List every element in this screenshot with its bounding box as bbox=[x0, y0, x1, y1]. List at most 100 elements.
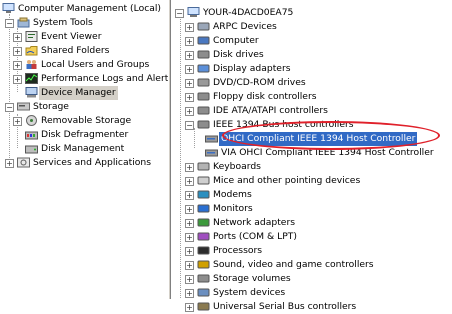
performance-icon bbox=[25, 73, 38, 84]
keyboard-icon bbox=[197, 161, 210, 172]
modem-icon bbox=[197, 189, 210, 200]
expand-icon[interactable]: + bbox=[185, 303, 194, 312]
computer-management-icon bbox=[2, 3, 15, 14]
tree-label: Storage volumes bbox=[213, 273, 291, 284]
tree-label: Device Manager bbox=[39, 86, 118, 100]
tree-label: Storage bbox=[33, 101, 69, 112]
usb-icon bbox=[197, 301, 210, 312]
host-controller-icon bbox=[205, 147, 218, 158]
tree-label: System Tools bbox=[33, 17, 93, 28]
expand-icon[interactable]: + bbox=[185, 233, 194, 242]
removable-storage-icon bbox=[25, 115, 38, 126]
expand-icon[interactable]: + bbox=[185, 247, 194, 256]
tree-label: Sound, video and game controllers bbox=[213, 259, 374, 270]
tree-label: Modems bbox=[213, 189, 252, 200]
device-tree-pane: − YOUR-4DACD0EA75 + ARPC Devices + Computer… bbox=[171, 0, 452, 312]
expand-icon[interactable]: + bbox=[185, 93, 194, 102]
tree-label: Keyboards bbox=[213, 161, 261, 172]
shared-folder-icon bbox=[25, 45, 38, 56]
expand-icon[interactable]: + bbox=[185, 289, 194, 298]
expand-icon[interactable]: + bbox=[5, 159, 14, 168]
expand-icon[interactable]: + bbox=[13, 47, 22, 56]
computer-icon bbox=[197, 35, 210, 46]
computer-icon bbox=[187, 7, 200, 18]
ide-controller-icon bbox=[197, 105, 210, 116]
tree-line bbox=[9, 14, 10, 162]
tree-label: Monitors bbox=[213, 203, 253, 214]
tree-label: Disk Management bbox=[41, 143, 125, 154]
collapse-icon[interactable]: − bbox=[175, 9, 184, 18]
tools-icon bbox=[17, 17, 30, 28]
tree-label: Network adapters bbox=[213, 217, 296, 228]
mouse-icon bbox=[197, 175, 210, 186]
system-devices-icon bbox=[197, 287, 210, 298]
tree-label: Floppy disk controllers bbox=[213, 91, 317, 102]
tree-label: YOUR-4DACD0EA75 bbox=[203, 7, 294, 18]
tree-label: Ports (COM & LPT) bbox=[213, 231, 297, 242]
storage-volume-icon bbox=[197, 273, 210, 284]
expand-icon[interactable]: + bbox=[185, 177, 194, 186]
monitor-icon bbox=[197, 203, 210, 214]
expand-icon[interactable]: + bbox=[185, 65, 194, 74]
disk-management-icon bbox=[25, 143, 38, 154]
tree-label: Mice and other pointing devices bbox=[213, 175, 361, 186]
tree-label: Processors bbox=[213, 245, 263, 256]
expand-icon[interactable]: + bbox=[13, 75, 22, 84]
collapse-icon[interactable]: − bbox=[185, 121, 194, 130]
tree-label: Shared Folders bbox=[41, 45, 110, 56]
dvd-drive-icon bbox=[197, 77, 210, 88]
tree-label: Removable Storage bbox=[41, 115, 132, 126]
tree-label: Computer Management (Local) bbox=[18, 3, 162, 14]
tree-label: Event Viewer bbox=[41, 31, 102, 42]
expand-icon[interactable]: + bbox=[13, 61, 22, 70]
expand-icon[interactable]: + bbox=[185, 275, 194, 284]
storage-icon bbox=[17, 101, 30, 112]
expand-icon[interactable]: + bbox=[185, 205, 194, 214]
expand-icon[interactable]: + bbox=[185, 23, 194, 32]
console-tree-pane: Computer Management (Local) − System Too… bbox=[0, 0, 173, 299]
tree-label: IEEE 1394 Bus host controllers bbox=[213, 119, 354, 130]
expand-icon[interactable]: + bbox=[185, 163, 194, 172]
expand-icon[interactable]: + bbox=[13, 117, 22, 126]
floppy-controller-icon bbox=[197, 91, 210, 102]
expand-icon[interactable]: + bbox=[13, 33, 22, 42]
disk-drive-icon bbox=[197, 49, 210, 60]
tree-line bbox=[194, 128, 195, 148]
event-viewer-icon bbox=[25, 31, 38, 42]
tree-label: Universal Serial Bus controllers bbox=[213, 301, 357, 312]
tree-label: DVD/CD-ROM drives bbox=[213, 77, 306, 88]
display-adapter-icon bbox=[197, 63, 210, 74]
tree-label: Local Users and Groups bbox=[41, 59, 150, 70]
sound-icon bbox=[197, 259, 210, 270]
expand-icon[interactable]: + bbox=[185, 261, 194, 270]
tree-label: Disk Defragmenter bbox=[41, 129, 129, 140]
host-controller-icon bbox=[205, 133, 218, 144]
ieee1394-icon bbox=[197, 119, 210, 130]
arpc-icon bbox=[197, 21, 210, 32]
tree-label: OHCI Compliant IEEE 1394 Host Controller bbox=[219, 132, 418, 146]
tree-label: Services and Applications bbox=[33, 157, 151, 168]
services-icon bbox=[17, 157, 30, 168]
expand-icon[interactable]: + bbox=[185, 107, 194, 116]
collapse-icon[interactable]: − bbox=[5, 19, 14, 28]
network-adapter-icon bbox=[197, 217, 210, 228]
users-icon bbox=[25, 59, 38, 70]
expand-icon[interactable]: + bbox=[185, 37, 194, 46]
expand-icon[interactable]: + bbox=[185, 51, 194, 60]
tree-label: VIA OHCI Compliant IEEE 1394 Host Contro… bbox=[221, 147, 434, 158]
tree-label: IDE ATA/ATAPI controllers bbox=[213, 105, 328, 116]
ports-icon bbox=[197, 231, 210, 242]
tree-line bbox=[180, 14, 181, 298]
device-manager-icon bbox=[25, 87, 38, 98]
expand-icon[interactable]: + bbox=[185, 191, 194, 200]
expand-icon[interactable]: + bbox=[185, 219, 194, 228]
processor-icon bbox=[197, 245, 210, 256]
defragmenter-icon bbox=[25, 129, 38, 140]
tree-label: Display adapters bbox=[213, 63, 291, 74]
expand-icon[interactable]: + bbox=[185, 79, 194, 88]
tree-label: Performance Logs and Alerts bbox=[41, 73, 174, 84]
tree-label: ARPC Devices bbox=[213, 21, 277, 32]
tree-label: Computer bbox=[213, 35, 259, 46]
collapse-icon[interactable]: − bbox=[5, 103, 14, 112]
tree-label: System devices bbox=[213, 287, 286, 298]
